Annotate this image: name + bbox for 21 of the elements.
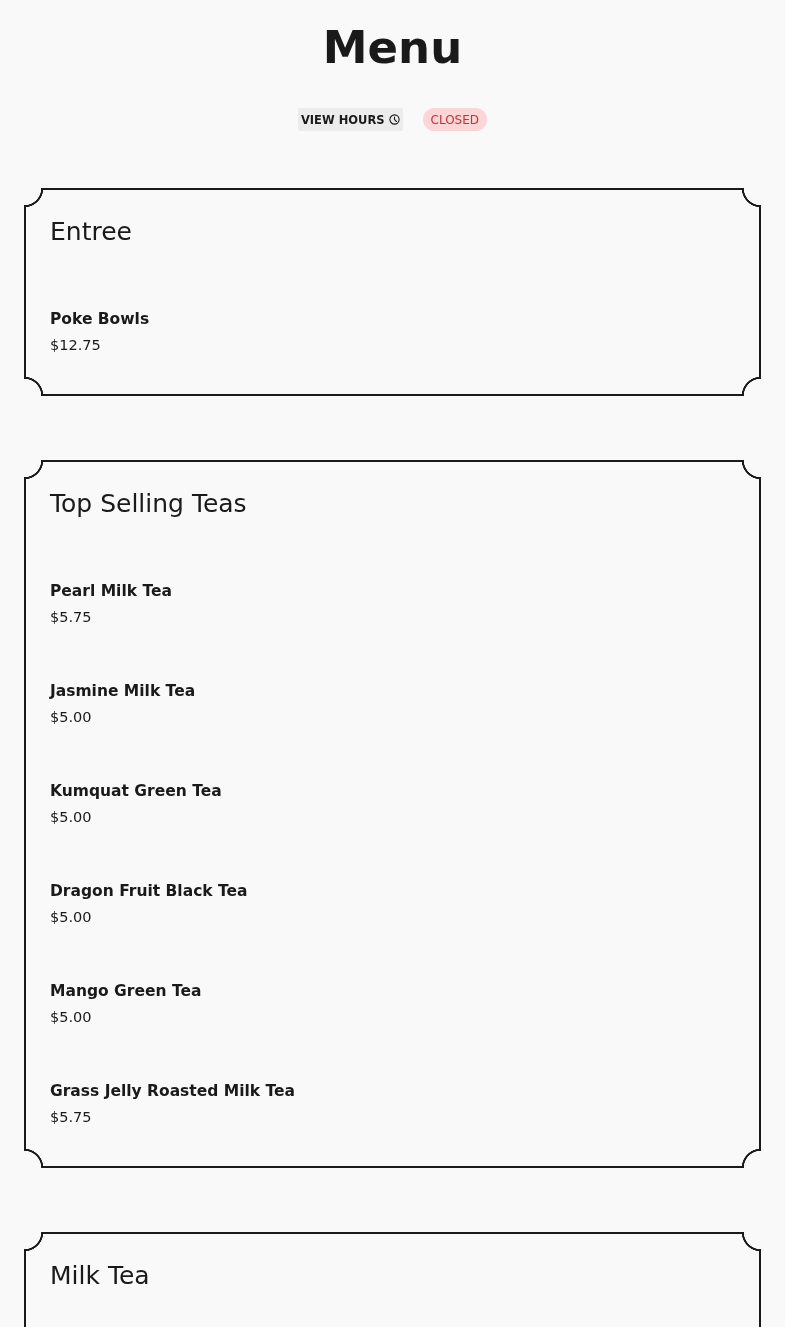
menu-title: Menu [322, 20, 463, 76]
item-price: $5.00 [50, 908, 93, 927]
section-title: Entree [50, 217, 132, 247]
section-title: Milk Tea [50, 1261, 150, 1291]
item-name: Grass Jelly Roasted Milk Tea [50, 1081, 295, 1102]
clock-icon [388, 114, 400, 125]
item-price: $5.00 [50, 708, 93, 727]
status-badge: CLOSED [422, 108, 488, 131]
item-name: Kumquat Green Tea [50, 781, 222, 802]
item-name: Mango Green Tea [50, 981, 202, 1002]
item-price: $5.00 [50, 808, 93, 827]
item-price: $12.75 [50, 336, 102, 355]
item-name: Jasmine Milk Tea [50, 681, 196, 702]
view-hours-button[interactable]: VIEW HOURS [297, 108, 403, 131]
item-price: $5.00 [50, 1008, 93, 1027]
item-name: Pearl Milk Tea [50, 581, 172, 602]
section-title: Top Selling Teas [50, 489, 247, 519]
item-price: $5.75 [50, 1108, 93, 1127]
item-price: $5.75 [50, 608, 93, 627]
item-name: Poke Bowls [50, 309, 150, 330]
item-name: Dragon Fruit Black Tea [50, 881, 248, 902]
